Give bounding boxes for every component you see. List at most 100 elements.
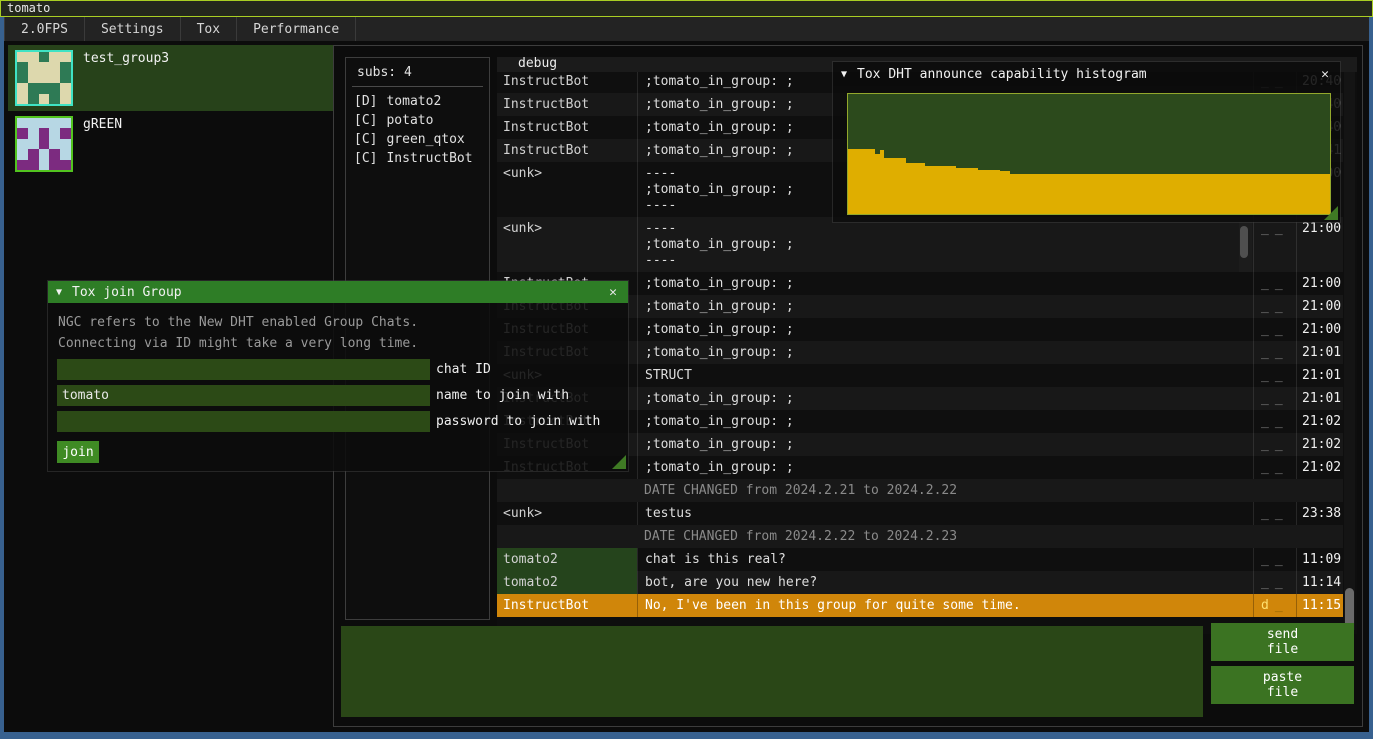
message-line: ;tomato_in_group: ; bbox=[645, 299, 1253, 315]
subs-separator bbox=[352, 86, 483, 87]
paste-file-button[interactable]: paste file bbox=[1211, 666, 1354, 704]
chat-message-row[interactable]: <unk>testus__23:38 bbox=[497, 502, 1343, 525]
delivered-flag: _ bbox=[1261, 506, 1275, 521]
delivered-flag: _ bbox=[1261, 437, 1275, 452]
avatar-pixel bbox=[39, 139, 50, 149]
message-line: ;tomato_in_group: ; bbox=[645, 237, 1253, 253]
menu-item-settings[interactable]: Settings bbox=[85, 17, 181, 41]
avatar-pixel bbox=[28, 52, 39, 62]
chat-message-row[interactable]: tomato2bot, are you new here?__11:14 bbox=[497, 571, 1343, 594]
avatar-pixel bbox=[39, 83, 50, 93]
delivered-flag: _ bbox=[1261, 368, 1275, 383]
message-line: ;tomato_in_group: ; bbox=[645, 414, 1253, 430]
group-avatar bbox=[15, 50, 73, 106]
member-role-tag: [D] bbox=[354, 94, 377, 109]
chat-message-row[interactable]: <unk>----;tomato_in_group: ;----__21:00 bbox=[497, 217, 1343, 272]
join-group-titlebar[interactable]: ▼ Tox join Group ✕ bbox=[48, 281, 628, 303]
message-sender: InstructBot bbox=[497, 594, 637, 617]
collapse-arrow-icon[interactable]: ▼ bbox=[56, 287, 62, 298]
collapse-arrow-icon[interactable]: ▼ bbox=[841, 69, 847, 80]
dht-histogram-titlebar[interactable]: ▼ Tox DHT announce capability histogram … bbox=[833, 62, 1340, 86]
date-separator-row: DATE CHANGED from 2024.2.22 to 2024.2.23 bbox=[497, 525, 1343, 548]
message-status-flags: d_ bbox=[1253, 594, 1296, 617]
close-icon[interactable]: ✕ bbox=[1316, 67, 1334, 82]
avatar-pixel bbox=[17, 149, 28, 159]
message-status-flags: __ bbox=[1253, 295, 1296, 318]
message-sender: InstructBot bbox=[497, 93, 637, 116]
message-line: ;tomato_in_group: ; bbox=[645, 345, 1253, 361]
sidebar-item-green[interactable]: gREEN bbox=[8, 111, 333, 177]
message-line: chat is this real? bbox=[645, 552, 1253, 568]
group-name-label: gREEN bbox=[83, 117, 122, 172]
avatar-pixel bbox=[28, 128, 39, 138]
avatar-pixel bbox=[17, 160, 28, 170]
message-timestamp: 23:38 bbox=[1296, 502, 1343, 525]
desktop-background: tomato 2.0FPSSettingsToxPerformance test… bbox=[0, 0, 1373, 739]
message-sender: <unk> bbox=[497, 502, 637, 525]
os-titlebar[interactable]: tomato bbox=[0, 0, 1373, 17]
chat-scrollbar[interactable] bbox=[1344, 70, 1355, 630]
message-text: ----;tomato_in_group: ;---- bbox=[637, 217, 1253, 272]
avatar-pixel bbox=[17, 83, 28, 93]
read-flag: _ bbox=[1275, 299, 1289, 314]
send-file-button[interactable]: send file bbox=[1211, 623, 1354, 661]
paste-file-label-line1: paste bbox=[1263, 670, 1302, 685]
chat-message-row[interactable]: InstructBotNo, I've been in this group f… bbox=[497, 594, 1343, 617]
message-line: ---- bbox=[645, 253, 1253, 269]
resize-grip[interactable] bbox=[1324, 206, 1338, 220]
chat-message-row[interactable]: tomato2chat is this real?__11:09 bbox=[497, 548, 1343, 571]
sidebar-item-test_group3[interactable]: test_group3 bbox=[8, 45, 333, 111]
message-sender: InstructBot bbox=[497, 116, 637, 139]
join-field-label: name to join with bbox=[436, 388, 569, 403]
message-text: ;tomato_in_group: ; bbox=[637, 318, 1253, 341]
join-name-input[interactable] bbox=[57, 385, 430, 406]
group-avatar bbox=[15, 116, 73, 172]
menu-item-performance[interactable]: Performance bbox=[237, 17, 356, 41]
read-flag: _ bbox=[1275, 276, 1289, 291]
join-button[interactable]: join bbox=[57, 441, 99, 463]
avatar-pixel bbox=[17, 139, 28, 149]
message-text: ;tomato_in_group: ; bbox=[637, 387, 1253, 410]
chat-id-input[interactable] bbox=[57, 359, 430, 380]
avatar-pixel bbox=[49, 160, 60, 170]
message-status-flags: __ bbox=[1253, 456, 1296, 479]
avatar-pixel bbox=[49, 139, 60, 149]
message-status-flags: __ bbox=[1253, 410, 1296, 433]
message-status-flags: __ bbox=[1253, 548, 1296, 571]
read-flag: _ bbox=[1275, 460, 1289, 475]
resize-grip[interactable] bbox=[612, 455, 626, 469]
message-sender: InstructBot bbox=[497, 70, 637, 93]
member-row-potato[interactable]: [C]potato bbox=[346, 111, 489, 130]
avatar-pixel bbox=[60, 149, 71, 159]
message-scrollbar[interactable] bbox=[1239, 217, 1252, 272]
message-scrollbar-thumb[interactable] bbox=[1240, 226, 1248, 258]
message-input[interactable] bbox=[341, 626, 1203, 717]
message-timestamp: 21:00 bbox=[1296, 295, 1343, 318]
avatar-pixel bbox=[60, 160, 71, 170]
member-row-green_qtox[interactable]: [C]green_qtox bbox=[346, 130, 489, 149]
message-status-flags: __ bbox=[1253, 571, 1296, 594]
member-row-instructbot[interactable]: [C]InstructBot bbox=[346, 149, 489, 168]
avatar-pixel bbox=[49, 94, 60, 104]
message-text: bot, are you new here? bbox=[637, 571, 1253, 594]
subs-count-label: subs: 4 bbox=[346, 58, 489, 80]
message-sender: tomato2 bbox=[497, 548, 637, 571]
avatar-pixel bbox=[60, 83, 71, 93]
dht-histogram-plot bbox=[847, 93, 1331, 215]
histogram-bar bbox=[906, 163, 925, 214]
message-timestamp: 21:01 bbox=[1296, 364, 1343, 387]
read-flag: _ bbox=[1275, 552, 1289, 567]
dht-histogram-window: ▼ Tox DHT announce capability histogram … bbox=[833, 62, 1340, 222]
read-flag: _ bbox=[1275, 437, 1289, 452]
message-status-flags: __ bbox=[1253, 217, 1296, 272]
close-icon[interactable]: ✕ bbox=[604, 285, 622, 300]
member-row-tomato2[interactable]: [D]tomato2 bbox=[346, 92, 489, 111]
read-flag: _ bbox=[1275, 368, 1289, 383]
avatar-pixel bbox=[49, 52, 60, 62]
menu-item-2-0fps[interactable]: 2.0FPS bbox=[4, 17, 85, 41]
join-password-input[interactable] bbox=[57, 411, 430, 432]
delivered-flag: _ bbox=[1261, 575, 1275, 590]
histogram-bar bbox=[884, 158, 906, 214]
menu-item-tox[interactable]: Tox bbox=[181, 17, 237, 41]
histogram-bar bbox=[848, 149, 875, 214]
